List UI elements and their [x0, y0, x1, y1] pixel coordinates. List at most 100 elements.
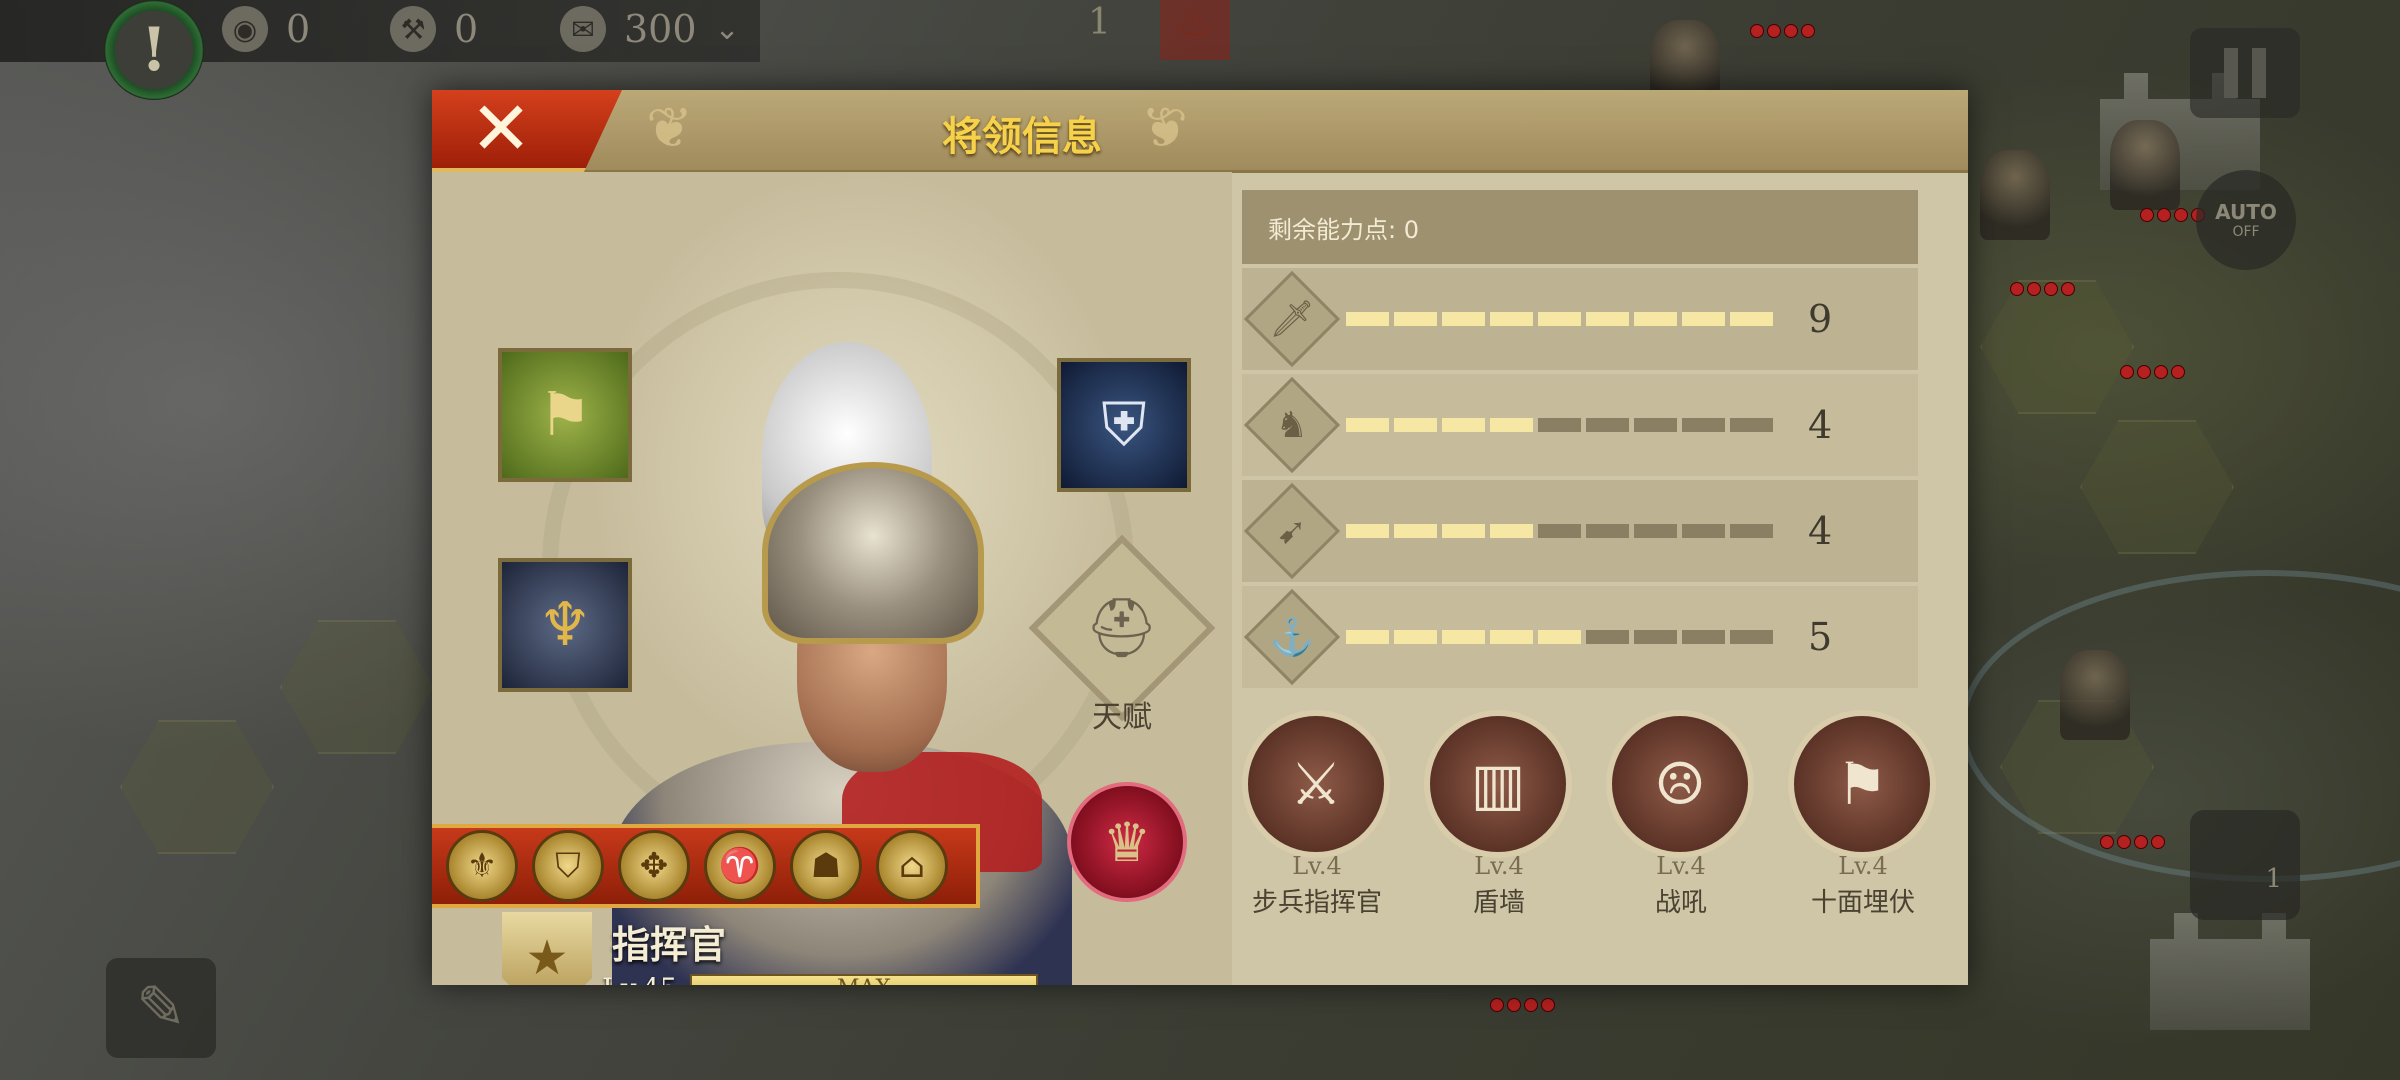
horse-icon: ♞: [1243, 376, 1341, 474]
horn-badge-icon[interactable]: ♈: [704, 830, 776, 902]
sword-icon: 🗡: [1243, 270, 1341, 368]
anchor-icon: ⚓: [1243, 588, 1341, 686]
stat-segment: [1682, 312, 1725, 326]
skill-shield-wall[interactable]: ▥ Lv.4 盾墙: [1424, 710, 1574, 919]
stat-bar: [1346, 630, 1773, 644]
stat-segment: [1730, 312, 1773, 326]
stat-segment: [1538, 630, 1581, 644]
map-hex: [1980, 280, 2134, 414]
portrait-area: ⚑ ♆ ⛨ ⛑ 天赋 ♛ ⚜ ⛉ ✥ ♈ ☗ ⌂ ★ 指挥官 Lv.45 MAX: [432, 172, 1232, 985]
scroll-icon: ✉: [560, 6, 606, 52]
medal-strip: ⚜ ⛉ ✥ ♈ ☗ ⌂: [432, 824, 980, 908]
stat-bar: [1346, 524, 1773, 538]
stat-segment: [1586, 312, 1629, 326]
hex-grid-button[interactable]: 1: [2190, 810, 2300, 920]
helmet-icon: ⛑: [1085, 593, 1159, 662]
wreath-badge-icon[interactable]: ✥: [618, 830, 690, 902]
stat-segment: [1538, 418, 1581, 432]
stat-segment: [1634, 418, 1677, 432]
crossed-swords-icon: ⚔: [1242, 710, 1390, 858]
unit-strength-pips: [1490, 998, 1555, 1012]
coin-icon: ◉: [222, 6, 268, 52]
war-cry-icon: ☹: [1606, 710, 1754, 858]
stat-segment: [1490, 312, 1533, 326]
eagle-badge-icon[interactable]: ⚜: [446, 830, 518, 902]
stat-segment: [1490, 418, 1533, 432]
resource-scroll: ✉ 300 ⌄: [560, 6, 740, 52]
stat-segment: [1442, 524, 1485, 538]
skill-infantry-commander[interactable]: ⚔ Lv.4 步兵指挥官: [1242, 710, 1392, 919]
stat-segment: [1442, 418, 1485, 432]
stat-segment: [1346, 524, 1389, 538]
general-level: Lv.45: [602, 972, 678, 985]
shield-wall-icon: ▥: [1424, 710, 1572, 858]
skill-war-cry[interactable]: ☹ Lv.4 战吼: [1606, 710, 1756, 919]
enemy-unit[interactable]: [2060, 650, 2130, 740]
unit-strength-pips: [2100, 835, 2165, 849]
talent-label: 天赋: [1092, 700, 1152, 735]
general-info-dialog: ✕ ❦ 将领信息 ❦ ⚑ ♆ ⛨ ⛑ 天赋 ♛ ⚜ ⛉ ✥ ♈ ☗ ⌂ ★ 指挥…: [432, 90, 1968, 985]
stat-segment: [1394, 418, 1437, 432]
stat-segment: [1634, 630, 1677, 644]
stat-segment: [1490, 630, 1533, 644]
stat-segment: [1394, 630, 1437, 644]
stat-segment: [1538, 312, 1581, 326]
stat-row-naval: ⚓ 5: [1242, 586, 1918, 688]
close-icon: ✕: [470, 90, 533, 172]
scepter-item-slot[interactable]: ♆: [498, 558, 632, 692]
crown-button[interactable]: ♛: [1067, 782, 1187, 902]
stat-segment: [1586, 630, 1629, 644]
unit-strength-pips: [2120, 365, 2185, 379]
helmet-badge-icon[interactable]: ☗: [790, 830, 862, 902]
resource-hammer: ⚒ 0: [390, 6, 478, 52]
stat-segment: [1682, 418, 1725, 432]
close-button[interactable]: ✕: [432, 90, 622, 172]
stat-row-cavalry: ♞ 4: [1242, 374, 1918, 476]
xp-bar: MAX: [690, 974, 1038, 985]
crown-icon: ♛: [1102, 810, 1152, 874]
skills-row: ⚔ Lv.4 步兵指挥官 ▥ Lv.4 盾墙 ☹ Lv.4 战吼 ⚑ Lv.4 …: [1242, 710, 1942, 919]
general-rank-title: 指挥官: [612, 922, 727, 967]
enemy-unit[interactable]: [2110, 120, 2180, 210]
turn-counter: 1: [1088, 2, 1111, 43]
shield-badge-icon[interactable]: ⛉: [532, 830, 604, 902]
eagle-scepter-icon: ♆: [538, 590, 592, 660]
river: [1960, 570, 2400, 882]
fire-icon[interactable]: ♨: [1160, 0, 1230, 60]
stat-segment: [1586, 524, 1629, 538]
stat-row-attack: 🗡 9: [1242, 268, 1918, 370]
stat-segment: [1394, 524, 1437, 538]
remaining-points: 剩余能力点: 0: [1242, 190, 1918, 264]
stat-segment: [1442, 312, 1485, 326]
pause-button[interactable]: [2190, 28, 2300, 118]
ambush-icon: ⚑: [1788, 710, 1936, 858]
banner-item-slot[interactable]: ⚑: [498, 348, 632, 482]
stat-row-ranged: ➹ 4: [1242, 480, 1918, 582]
stat-segment: [1730, 630, 1773, 644]
stat-value: 9: [1808, 297, 1833, 341]
stat-segment: [1346, 418, 1389, 432]
shield-item-slot[interactable]: ⛨: [1057, 358, 1191, 492]
rank-star-icon: ★: [502, 912, 592, 985]
stat-segment: [1490, 524, 1533, 538]
stat-segment: [1346, 312, 1389, 326]
stat-segment: [1442, 630, 1485, 644]
stat-segment: [1394, 312, 1437, 326]
stat-segment: [1730, 524, 1773, 538]
temple-badge-icon[interactable]: ⌂: [876, 830, 948, 902]
unit-strength-pips: [1750, 24, 1815, 38]
enemy-unit[interactable]: [1980, 150, 2050, 240]
laurel-left-icon: ❦: [646, 96, 693, 161]
auto-button[interactable]: AUTO OFF: [2196, 170, 2296, 270]
laurel-right-icon: ❦: [1141, 96, 1188, 161]
chevron-down-icon[interactable]: ⌄: [715, 12, 740, 47]
resource-coins: ◉ 0: [222, 6, 310, 52]
map-hex: [120, 720, 274, 854]
pause-icon: [2224, 48, 2238, 98]
stat-segment: [1730, 418, 1773, 432]
alert-button[interactable]: !: [104, 0, 204, 100]
stat-segment: [1682, 630, 1725, 644]
skill-ambush[interactable]: ⚑ Lv.4 十面埋伏: [1788, 710, 1938, 919]
stat-bar: [1346, 418, 1773, 432]
scroll-button[interactable]: ✎: [106, 958, 216, 1058]
